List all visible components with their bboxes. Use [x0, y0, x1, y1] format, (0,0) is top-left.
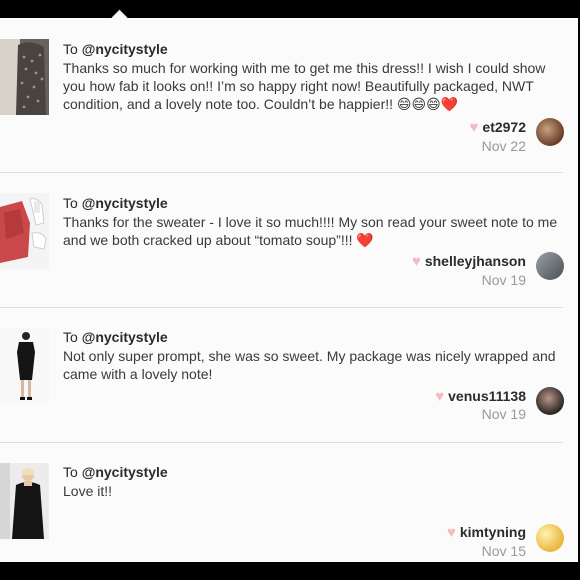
- review-date: Nov 22: [481, 138, 526, 154]
- bottom-bar: [0, 562, 580, 580]
- review-item: To @nycitystyle Not only super prompt, s…: [0, 309, 578, 442]
- avatar[interactable]: [536, 118, 564, 146]
- recipient-handle[interactable]: @nycitystyle: [82, 464, 168, 480]
- review-message: Not only super prompt, she was so sweet.…: [63, 348, 556, 382]
- divider: [0, 172, 563, 173]
- divider: [0, 307, 563, 308]
- recipient-handle[interactable]: @nycitystyle: [82, 329, 168, 345]
- review-date: Nov 19: [481, 272, 526, 288]
- top-bar: [0, 0, 580, 18]
- review-recipient: To @nycitystyle: [63, 464, 168, 480]
- reviewer-line: ♥ et2972: [470, 119, 527, 136]
- heart-icon[interactable]: ♥: [470, 119, 479, 136]
- review-message: Thanks so much for working with me to ge…: [63, 60, 546, 112]
- divider: [0, 442, 563, 443]
- reviewer-line: ♥ kimtyning: [447, 524, 526, 541]
- listing-thumbnail[interactable]: [0, 463, 49, 539]
- reviewer-username[interactable]: kimtyning: [460, 524, 526, 540]
- heart-icon[interactable]: ♥: [412, 253, 421, 270]
- review-date: Nov 19: [481, 406, 526, 422]
- review-item: To @nycitystyle Thanks for the sweater -…: [0, 174, 578, 307]
- review-recipient: To @nycitystyle: [63, 329, 168, 345]
- recipient-handle[interactable]: @nycitystyle: [82, 195, 168, 211]
- reviews-panel: To @nycitystyle Thanks so much for worki…: [0, 18, 578, 562]
- avatar[interactable]: [536, 387, 564, 415]
- review-message: Love it!!: [63, 483, 113, 499]
- listing-thumbnail[interactable]: [0, 193, 49, 269]
- listing-thumbnail[interactable]: [0, 328, 49, 404]
- reviewer-username[interactable]: venus11138: [448, 388, 526, 404]
- review-recipient: To @nycitystyle: [63, 195, 168, 211]
- review-message: Thanks for the sweater - I love it so mu…: [63, 214, 558, 248]
- reviewer-username[interactable]: et2972: [482, 119, 526, 135]
- heart-icon[interactable]: ♥: [435, 388, 444, 405]
- avatar[interactable]: [536, 252, 564, 280]
- recipient-handle[interactable]: @nycitystyle: [82, 41, 168, 57]
- listing-thumbnail[interactable]: [0, 39, 49, 115]
- review-date: Nov 15: [481, 543, 526, 559]
- heart-icon[interactable]: ♥: [447, 524, 456, 541]
- reviewer-line: ♥ shelleyjhanson: [412, 253, 526, 270]
- review-item: To @nycitystyle Love it!! ♥ kimtyning Nov…: [0, 444, 578, 562]
- review-item: To @nycitystyle Thanks so much for worki…: [0, 18, 578, 172]
- reviewer-line: ♥ venus11138: [435, 388, 526, 405]
- reviewer-username[interactable]: shelleyjhanson: [425, 253, 526, 269]
- review-recipient: To @nycitystyle: [63, 41, 168, 57]
- avatar[interactable]: [536, 524, 564, 552]
